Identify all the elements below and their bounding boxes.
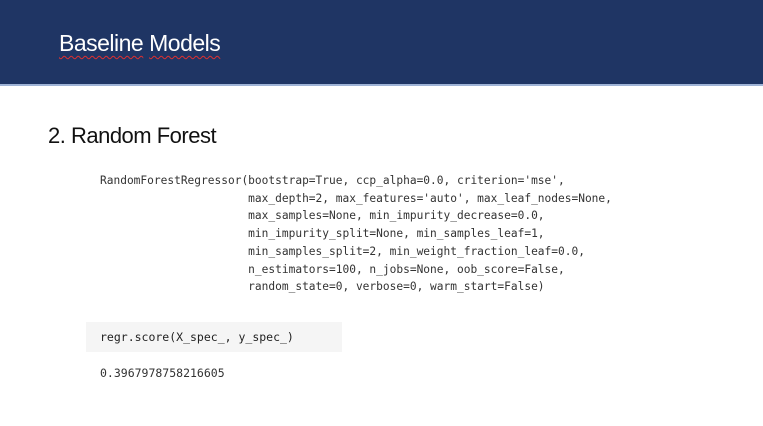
code-line: max_samples=None, min_impurity_decrease=… [100,209,545,223]
model-repr-output: RandomForestRegressor(bootstrap=True, cc… [100,172,612,296]
title-word: Baseline [59,30,144,56]
code-line: n_estimators=100, n_jobs=None, oob_score… [100,262,565,276]
slide-title: Baseline Models [59,30,221,57]
code-line: RandomForestRegressor(bootstrap=True, cc… [100,174,565,187]
title-word: Models [149,30,221,56]
code-line: max_depth=2, max_features='auto', max_le… [100,191,612,205]
code-line: random_state=0, verbose=0, warm_start=Fa… [100,280,545,294]
slide-header: Baseline Models [0,0,763,86]
code-line: min_samples_split=2, min_weight_fraction… [100,244,585,258]
section-title: 2. Random Forest [48,123,217,148]
code-line: min_impurity_split=None, min_samples_lea… [100,227,545,241]
score-code: regr.score(X_spec_, y_spec_) [100,330,294,344]
score-output: 0.3967978758216605 [100,366,225,380]
